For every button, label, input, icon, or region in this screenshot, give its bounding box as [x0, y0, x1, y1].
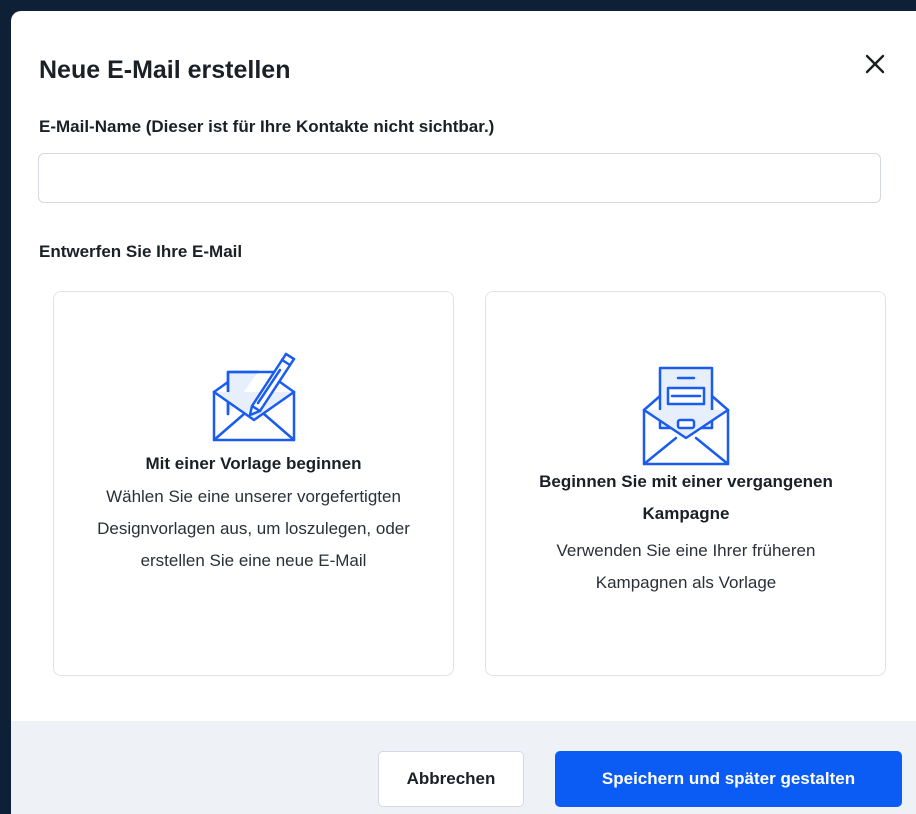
design-section-label: Entwerfen Sie Ihre E-Mail [39, 242, 243, 261]
start-with-template-card[interactable]: Mit einer Vorlage beginnen Wählen Sie ei… [53, 291, 454, 676]
dialog-title: Neue E-Mail erstellen [39, 56, 291, 84]
cancel-button[interactable]: Abbrechen [378, 751, 524, 807]
new-email-dialog: Neue E-Mail erstellen E-Mail-Name (Diese… [11, 11, 916, 814]
past-campaign-card[interactable]: Beginnen Sie mit einer vergangenen Kampa… [485, 291, 886, 676]
dialog-footer: Abbrechen Speichern und später gestalten [11, 721, 916, 814]
campaign-card-title: Beginnen Sie mit einer vergangenen Kampa… [539, 472, 833, 523]
envelope-pencil-icon [54, 344, 453, 449]
campaign-card-description: Verwenden Sie eine Ihrer früheren Kampag… [556, 541, 816, 592]
email-name-input[interactable] [38, 153, 881, 203]
envelope-letter-icon [486, 364, 885, 473]
close-button[interactable] [863, 52, 887, 76]
save-and-design-later-button[interactable]: Speichern und später gestalten [555, 751, 902, 807]
email-name-label: E-Mail-Name (Dieser ist für Ihre Kontakt… [39, 117, 495, 136]
close-icon [865, 54, 885, 74]
template-card-title: Mit einer Vorlage beginnen [145, 454, 362, 473]
template-card-description: Wählen Sie eine unserer vorgefertigten D… [97, 487, 410, 570]
